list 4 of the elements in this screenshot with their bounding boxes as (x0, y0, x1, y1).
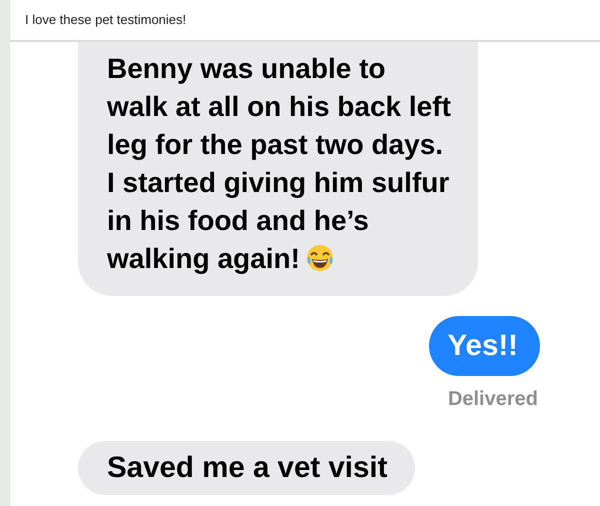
received-message: Saved me a vet visit (78, 441, 416, 495)
delivery-status: Delivered (448, 388, 538, 411)
sent-message: Yes!! (429, 316, 540, 376)
received-message: Benny was unable to walk at all on his back left leg for the past two days. I started giving him sulfur in his food and he’s walking again! (78, 42, 478, 296)
